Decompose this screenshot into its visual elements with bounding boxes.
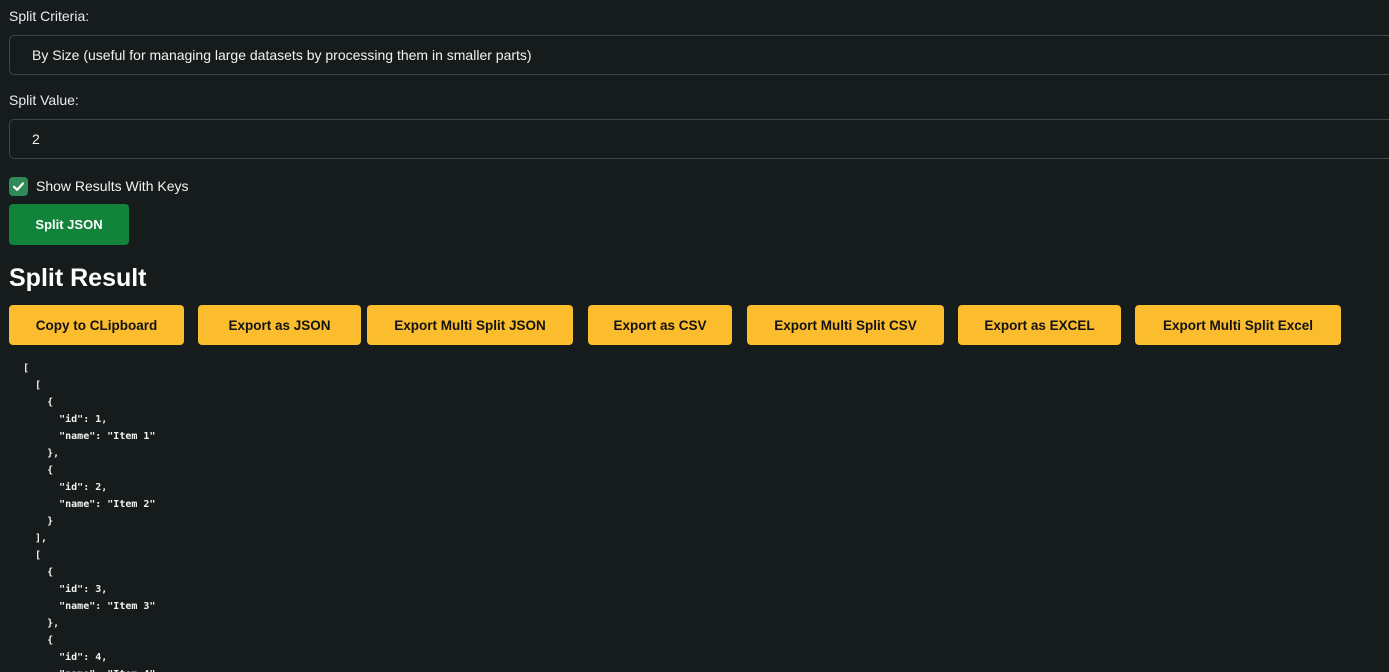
split-criteria-label: Split Criteria: (9, 8, 90, 24)
check-icon (12, 181, 25, 191)
export-multi-json-button[interactable]: Export Multi Split JSON (367, 305, 573, 345)
show-keys-label: Show Results With Keys (36, 178, 189, 194)
split-value-input[interactable]: 2 (9, 119, 1389, 159)
export-json-button[interactable]: Export as JSON (198, 305, 361, 345)
export-multi-excel-button[interactable]: Export Multi Split Excel (1135, 305, 1341, 345)
copy-to-clipboard-button[interactable]: Copy to CLipboard (9, 305, 184, 345)
show-keys-checkbox-row[interactable]: Show Results With Keys (9, 176, 189, 196)
split-result-title: Split Result (9, 264, 147, 292)
export-multi-csv-button[interactable]: Export Multi Split CSV (747, 305, 944, 345)
split-result-output: [ [ { "id": 1, "name": "Item 1" }, { "id… (23, 363, 156, 672)
show-keys-checkbox[interactable] (9, 176, 28, 196)
split-criteria-select[interactable]: By Size (useful for managing large datas… (9, 35, 1389, 75)
json-splitter-page: Split Criteria: By Size (useful for mana… (0, 0, 1389, 672)
export-csv-button[interactable]: Export as CSV (588, 305, 732, 345)
export-excel-button[interactable]: Export as EXCEL (958, 305, 1121, 345)
split-json-button[interactable]: Split JSON (9, 204, 129, 245)
split-value-label: Split Value: (9, 92, 79, 108)
